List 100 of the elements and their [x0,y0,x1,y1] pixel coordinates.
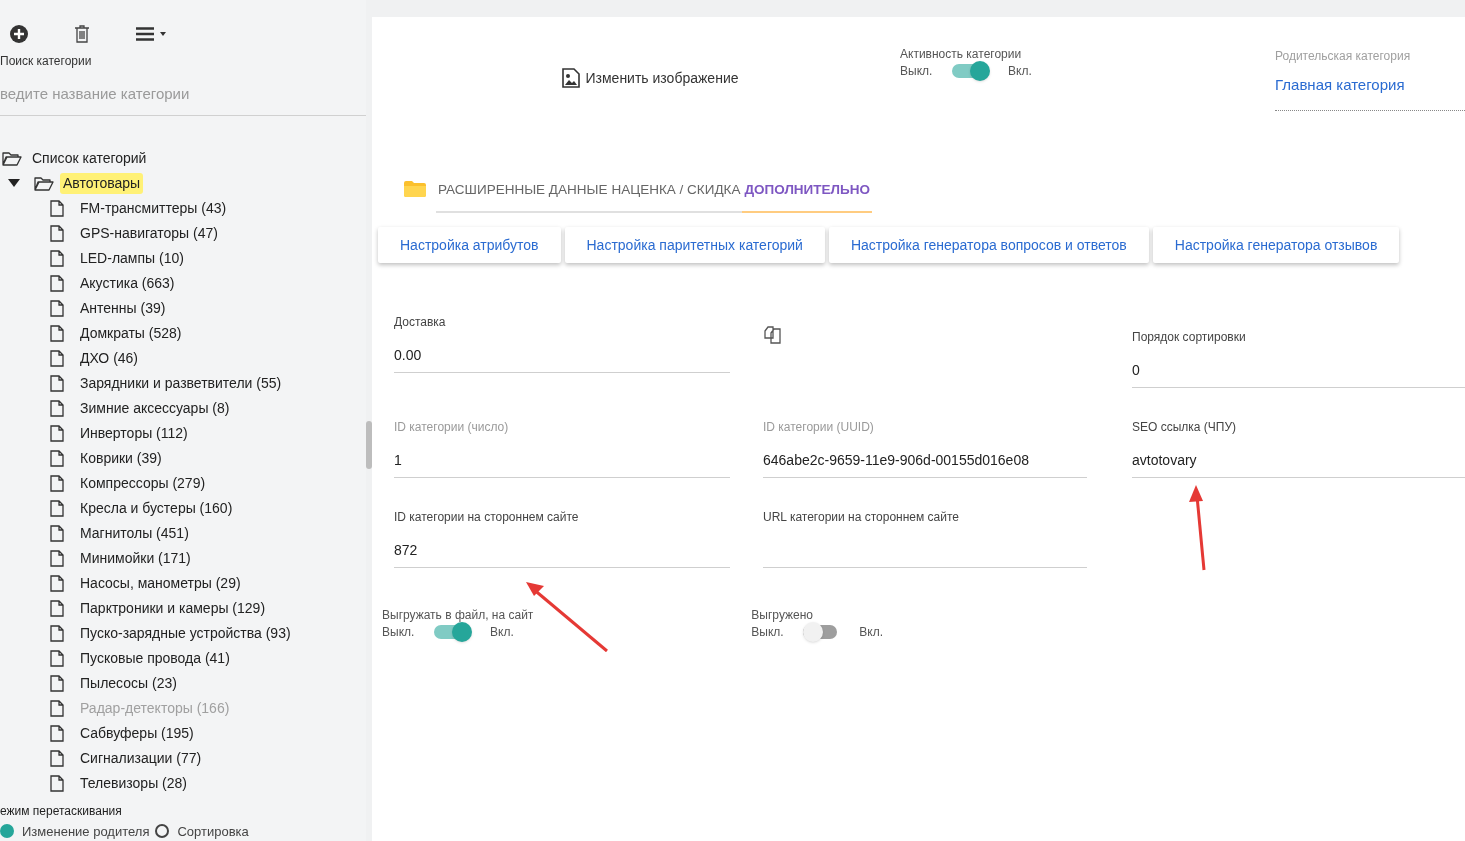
tab[interactable]: НАЦЕНКА / СКИДКА [609,169,743,213]
settings-button[interactable]: Настройка генератора отзывов [1152,227,1400,263]
document-icon [50,674,64,692]
field-label: Доставка [394,314,447,331]
tree-item[interactable]: Сабвуферы (195) [80,722,194,744]
menu-icon [136,27,154,42]
document-icon [50,724,64,742]
document-icon [50,249,64,267]
parent-category-link[interactable]: Главная категория [1275,71,1465,111]
document-icon [50,624,64,642]
toggle-switch[interactable] [434,622,472,642]
toggle-label: Активность категории [900,47,1023,61]
field-label: Родительская категория [1275,48,1412,65]
tree-item[interactable]: Антенны (39) [80,297,166,319]
search-field[interactable]: ведите название категории [0,79,366,116]
change-image-button[interactable]: Изменить изображение [561,67,739,89]
folder-icon [404,181,426,197]
field-label: ID категории на стороннем сайте [394,509,580,526]
settings-button[interactable]: Настройка паритетных категорий [564,227,825,263]
tree-item[interactable]: FM-трансмиттеры (43) [80,197,227,219]
tree-item[interactable]: Инверторы (112) [80,422,188,444]
field-label: SEO ссылка (ЧПУ) [1132,419,1238,436]
document-icon [50,599,64,617]
document-icon [50,274,64,292]
search-label: Поиск категории [0,52,93,70]
on-label: Вкл. [1008,64,1032,78]
document-icon [50,449,64,467]
document-icon [50,474,64,492]
input-field[interactable]: 872 [394,536,730,568]
off-label: Выкл. [382,625,416,639]
open-folder-icon [34,175,54,191]
document-icon [50,574,64,592]
radio-button[interactable] [0,824,14,839]
document-icon [50,399,64,417]
document-icon [50,499,64,517]
document-icon [50,224,64,242]
radio-button[interactable] [155,824,170,839]
tab[interactable]: РАСШИРЕННЫЕ ДАННЫЕ [436,169,610,213]
tree-item[interactable]: Зимние аксессуары (8) [80,397,230,419]
document-icon [50,649,64,667]
tree-item[interactable]: Акустика (663) [80,272,175,294]
off-label: Выкл. [900,64,934,78]
tree-item[interactable]: Компрессоры (279) [80,472,206,494]
tree-item[interactable]: Сигнализации (77) [80,747,202,769]
tree-item[interactable]: Насосы, манометры (29) [80,572,241,594]
section-label: ежим перетаскивания [0,802,123,820]
field-label: Порядок сортировки [1132,329,1247,346]
input-field[interactable]: 0.00 [394,341,730,373]
image-icon [561,68,580,88]
tree-item[interactable]: Пусковые провода (41) [80,647,230,669]
open-folder-icon [2,150,22,166]
on-label: Вкл. [859,625,884,639]
tree-item[interactable]: LED-лампы (10) [80,247,184,269]
tree-item[interactable]: Минимойки (171) [80,547,191,569]
tree-item[interactable]: Зарядники и разветвители (55) [80,372,282,394]
menu-dropdown[interactable] [136,27,166,42]
settings-button[interactable]: Настройка атрибутов [378,227,561,263]
caret-icon [160,32,166,37]
trash-icon[interactable] [74,25,90,44]
radio-label: Изменение родителя [22,822,150,841]
tree-item[interactable]: Автотовары [60,172,144,194]
tree-item[interactable]: ДХО (46) [80,347,139,369]
tree-item[interactable]: Магнитолы (451) [80,522,189,544]
input-field: 646abe2c-9659-11e9-906d-00155d016e08 [763,446,1087,478]
tree-item[interactable]: Коврики (39) [80,447,162,469]
tree-item[interactable]: Телевизоры (28) [80,772,187,794]
document-icon [50,299,64,317]
scrollbar[interactable] [366,421,372,469]
document-icon [50,349,64,367]
tree-item[interactable]: Кресла и бустеры (160) [80,497,233,519]
input-field[interactable]: avtotovary [1132,446,1465,478]
document-icon [50,324,64,342]
input-field[interactable]: 0 [1132,356,1465,388]
document-icon [50,774,64,792]
document-icon [50,549,64,567]
tree-item[interactable]: Пылесосы (23) [80,672,177,694]
document-icon [50,699,64,717]
input-field: 1 [394,446,730,478]
on-label: Вкл. [490,625,514,639]
field-label: URL категории на стороннем сайте [763,509,960,526]
settings-button[interactable]: Настройка генератора вопросов и ответов [828,227,1149,263]
tab[interactable]: ДОПОЛНИТЕЛЬНО [742,169,872,213]
document-icon [50,374,64,392]
document-icon [50,199,64,217]
tree-item[interactable]: Домкраты (528) [80,322,182,344]
document-icon [50,524,64,542]
document-icon [50,424,64,442]
tree-item[interactable]: GPS-навигаторы (47) [80,222,218,244]
toggle-label: Выгружено [751,608,815,622]
add-icon[interactable] [10,25,28,44]
tree-item[interactable]: Парктроники и камеры (129) [80,597,266,619]
toggle-label: Выгружать в файл, на сайт [382,608,534,622]
copy-icon[interactable] [763,325,783,345]
field-label: ID категории (UUID) [763,419,875,436]
caret-icon[interactable] [8,179,20,187]
toggle-switch[interactable] [952,61,990,81]
field-label: ID категории (число) [394,419,510,436]
tree-root-label[interactable]: Список категорий [32,147,147,169]
tree-item[interactable]: Пуско-зарядные устройства (93) [80,622,291,644]
off-label: Выкл. [751,625,785,639]
